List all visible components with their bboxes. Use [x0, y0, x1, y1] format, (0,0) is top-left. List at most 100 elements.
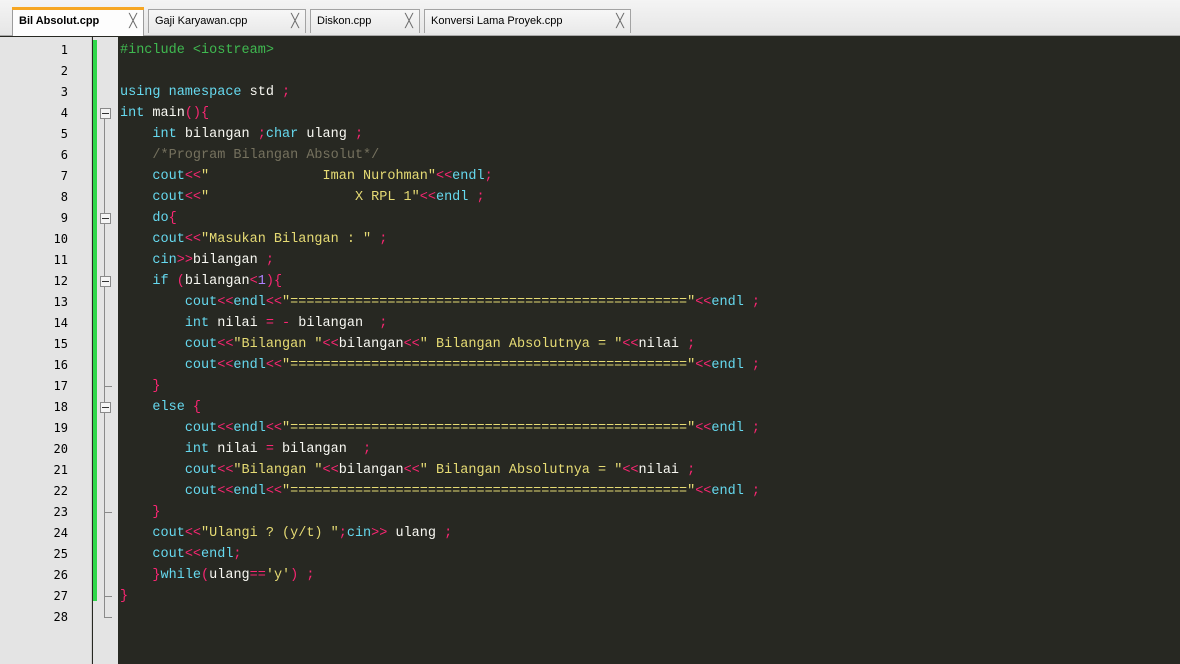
- code-token: bilangan: [184, 127, 258, 142]
- code-token: (){: [184, 106, 210, 121]
- code-line[interactable]: cout<<" X RPL 1"<<endl ;: [120, 187, 484, 208]
- code-line[interactable]: int nilai = bilangan ;: [120, 439, 371, 460]
- close-icon[interactable]: ╳: [291, 10, 299, 32]
- code-line[interactable]: int nilai = - bilangan ;: [120, 313, 388, 334]
- code-token: ;: [484, 169, 493, 184]
- code-token: ;: [379, 232, 388, 247]
- line-number: 5: [60, 127, 68, 141]
- code-token: cout: [184, 484, 218, 499]
- code-line[interactable]: cout<<endl;: [120, 544, 241, 565]
- code-token: {: [192, 400, 202, 415]
- code-line[interactable]: if (bilangan<1){: [120, 271, 282, 292]
- code-line[interactable]: cout<<endl<<"===========================…: [120, 355, 760, 376]
- code-token: int: [184, 316, 218, 331]
- code-line[interactable]: }: [120, 586, 128, 607]
- code-token: ;: [282, 85, 291, 100]
- code-line[interactable]: cout<<" Iman Nurohman"<<endl;: [120, 166, 493, 187]
- code-token: (: [201, 568, 210, 583]
- code-line[interactable]: /*Program Bilangan Absolut*/: [120, 145, 379, 166]
- fold-guide: [104, 119, 105, 617]
- fold-toggle-icon[interactable]: [100, 402, 111, 413]
- line-number: 27: [53, 589, 68, 603]
- code-token: <<: [403, 337, 420, 352]
- code-line[interactable]: cout<<endl<<"===========================…: [120, 418, 760, 439]
- code-editor[interactable]: 1 2 3 4 5 6 7 8 9 10 11 12 13 14 15 16 17 18 19 20 21 22 23 24 2…: [0, 37, 1180, 664]
- tab-diskon[interactable]: Diskon.cpp ╳: [310, 9, 420, 33]
- fold-toggle-icon[interactable]: [100, 213, 111, 224]
- code-token: <<: [265, 484, 283, 499]
- line-number: 26: [53, 568, 68, 582]
- line-number: 15: [53, 337, 68, 351]
- code-line[interactable]: do{: [120, 208, 176, 229]
- code-line[interactable]: using namespace std ;: [120, 82, 290, 103]
- tab-konversi-lama-proyek[interactable]: Konversi Lama Proyek.cpp ╳: [424, 9, 631, 33]
- code-line[interactable]: int bilangan ;char ulang ;: [120, 124, 363, 145]
- code-token: <<: [695, 421, 712, 436]
- code-line[interactable]: cout<<endl<<"===========================…: [120, 292, 760, 313]
- tab-label: Bil Absolut.cpp: [19, 15, 100, 27]
- code-line[interactable]: cout<<"Masukan Bilangan : " ;: [120, 229, 387, 250]
- code-token: endl: [233, 484, 266, 499]
- code-token: (: [176, 274, 185, 289]
- line-number: 21: [53, 463, 68, 477]
- line-number: 19: [53, 421, 68, 435]
- code-token: int: [152, 127, 185, 142]
- fold-end: [104, 617, 112, 618]
- code-line[interactable]: cout<<"Ulangi ? (y/t) ";cin>> ulang ;: [120, 523, 452, 544]
- code-token: endl: [435, 190, 477, 205]
- code-token: bilangan: [338, 337, 404, 352]
- tab-bil-absolut[interactable]: Bil Absolut.cpp ╳: [12, 7, 144, 36]
- code-token: " X RPL 1": [201, 190, 420, 205]
- fold-toggle-icon[interactable]: [100, 108, 111, 119]
- code-token: std: [249, 85, 283, 100]
- code-line[interactable]: #include <iostream>: [120, 40, 274, 61]
- code-token: endl: [233, 295, 266, 310]
- code-token: }: [152, 379, 161, 394]
- code-token: " Bilangan Absolutnya = ": [419, 337, 623, 352]
- code-token: }: [152, 568, 161, 583]
- code-line[interactable]: }while(ulang=='y') ;: [120, 565, 314, 586]
- code-token: ;: [751, 358, 761, 373]
- code-token: endl: [711, 484, 752, 499]
- line-number: 23: [53, 505, 68, 519]
- line-number: 7: [60, 169, 68, 183]
- code-token: =: [265, 442, 283, 457]
- code-line[interactable]: cout<<endl<<"===========================…: [120, 481, 760, 502]
- code-token: 1: [257, 274, 266, 289]
- close-icon[interactable]: ╳: [405, 10, 413, 32]
- code-token: <<: [265, 421, 283, 436]
- close-icon[interactable]: ╳: [129, 10, 137, 32]
- code-token: ;: [751, 484, 761, 499]
- code-token: ulang: [306, 127, 355, 142]
- code-token: <<: [435, 169, 453, 184]
- code-token: = -: [265, 316, 299, 331]
- line-number: 10: [53, 232, 68, 246]
- code-token: ;: [363, 442, 372, 457]
- close-icon[interactable]: ╳: [616, 10, 624, 32]
- code-line[interactable]: int main(){: [120, 103, 209, 124]
- line-number: 6: [60, 148, 68, 162]
- code-line[interactable]: cout<<"Bilangan "<<bilangan<<" Bilangan …: [120, 460, 695, 481]
- code-token: nilai: [638, 337, 688, 352]
- tab-gaji-karyawan[interactable]: Gaji Karyawan.cpp ╳: [148, 9, 306, 33]
- code-token: bilangan: [338, 463, 404, 478]
- code-token: <<: [184, 232, 202, 247]
- code-token: <<: [265, 295, 283, 310]
- code-line[interactable]: }: [120, 502, 160, 523]
- code-token: <: [249, 274, 258, 289]
- line-number: 4: [60, 106, 68, 120]
- code-token: ;: [751, 421, 761, 436]
- code-token: "Masukan Bilangan : ": [201, 232, 380, 247]
- code-line[interactable]: }: [120, 376, 161, 397]
- code-token: cout: [184, 421, 218, 436]
- code-line[interactable]: cout<<"Bilangan "<<bilangan<<" Bilangan …: [120, 334, 695, 355]
- line-number: 24: [53, 526, 68, 540]
- code-token: endl: [452, 169, 485, 184]
- fold-toggle-icon[interactable]: [100, 276, 111, 287]
- code-line[interactable]: cin>>bilangan ;: [120, 250, 274, 271]
- code-token: <<: [322, 337, 339, 352]
- code-line[interactable]: else {: [120, 397, 201, 418]
- code-token: ;: [379, 316, 388, 331]
